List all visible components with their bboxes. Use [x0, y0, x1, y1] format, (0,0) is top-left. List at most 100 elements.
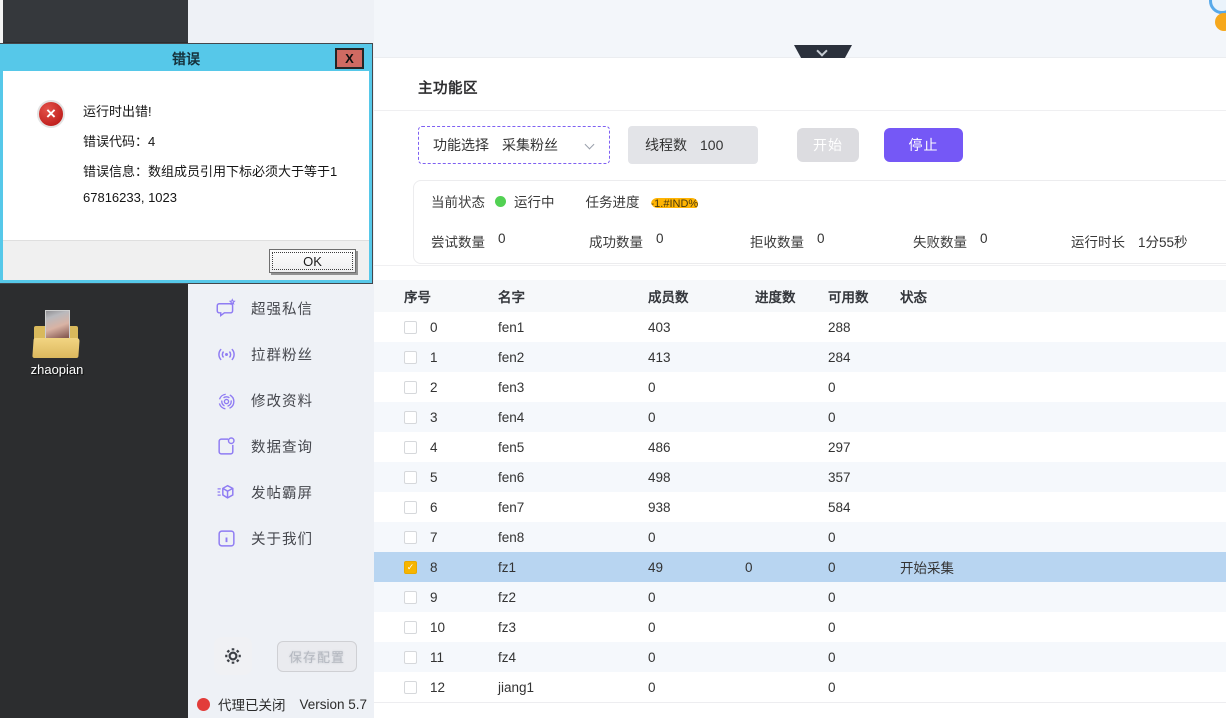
divider: [374, 265, 1226, 266]
sidebar-item-group-fans[interactable]: 拉群粉丝: [188, 331, 374, 377]
table-row[interactable]: ✓8fz14900开始采集: [374, 552, 1226, 582]
table-row[interactable]: 0fen1403 288: [374, 312, 1226, 342]
status-panel: 当前状态 运行中 任务进度 -1.#IND% 尝试数量0 成功数量0 拒收数量0…: [413, 180, 1226, 264]
cell-available: 288: [828, 320, 900, 335]
cell-members: 486: [648, 440, 745, 455]
cell-members: 49: [648, 560, 745, 575]
table-row[interactable]: 2fen300: [374, 372, 1226, 402]
stats-row: 尝试数量0 成功数量0 拒收数量0 失败数量0 运行时长1分55秒: [431, 231, 1188, 251]
cell-members: 0: [648, 650, 745, 665]
table-row[interactable]: 10fz300: [374, 612, 1226, 642]
table-row[interactable]: 12jiang100: [374, 672, 1226, 702]
sidebar-item-about-us[interactable]: 关于我们: [188, 515, 374, 561]
sidebar-item-private-message[interactable]: 超强私信: [188, 285, 374, 331]
dialog-footer: OK: [3, 240, 369, 280]
sidebar-item-edit-profile[interactable]: 修改资料: [188, 377, 374, 423]
row-checkbox[interactable]: [404, 411, 417, 424]
cell-members: 0: [648, 410, 745, 425]
row-checkbox[interactable]: [404, 471, 417, 484]
cell-available: 0: [828, 650, 900, 665]
sidebar-item-label: 关于我们: [251, 528, 313, 549]
desktop-folder-zhaopian[interactable]: zhaopian: [26, 308, 88, 377]
cell-name: fen2: [498, 350, 648, 365]
row-checkbox[interactable]: [404, 651, 417, 664]
table-row[interactable]: 1fen2413284: [374, 342, 1226, 372]
desktop-folder-label: zhaopian: [26, 362, 88, 377]
cell-name: fen6: [498, 470, 648, 485]
cell-members: 0: [648, 620, 745, 635]
table-row[interactable]: 7fen800: [374, 522, 1226, 552]
ok-button[interactable]: OK: [269, 249, 356, 273]
function-select-dropdown[interactable]: 功能选择 采集粉丝: [418, 126, 610, 164]
stat-value: 0: [980, 231, 988, 251]
proxy-status-bar: 代理已关闭 Version 5.7: [197, 694, 367, 714]
cell-index: 4: [430, 440, 498, 455]
row-checkbox[interactable]: [404, 351, 417, 364]
cell-available: 0: [828, 680, 900, 695]
cell-available: 0: [828, 380, 900, 395]
settings-button[interactable]: [214, 637, 252, 675]
row-checkbox[interactable]: [404, 621, 417, 634]
cell-members: 0: [648, 590, 745, 605]
chevron-down-icon: [585, 140, 595, 150]
save-config-button[interactable]: 保存配置: [277, 641, 357, 672]
table-row[interactable]: 9fz200: [374, 582, 1226, 612]
cell-index: 2: [430, 380, 498, 395]
cell-members: 403: [648, 320, 745, 335]
progress-fill: -1.#IND%: [651, 198, 699, 208]
version-text: Version 5.7: [300, 697, 368, 712]
cell-members: 413: [648, 350, 745, 365]
cell-available: 0: [828, 410, 900, 425]
row-checkbox[interactable]: [404, 441, 417, 454]
table-row[interactable]: 5fen6498357: [374, 462, 1226, 492]
table-row[interactable]: 6fen7938584: [374, 492, 1226, 522]
thread-count-field[interactable]: 线程数 100: [628, 126, 758, 164]
row-checkbox[interactable]: [404, 681, 417, 694]
cell-index: 5: [430, 470, 498, 485]
current-state-value: 运行中: [514, 191, 555, 211]
row-checkbox[interactable]: [404, 381, 417, 394]
sidebar-item-label: 数据查询: [251, 436, 313, 457]
table-header: 序号 名字 成员数 进度数 可用数 状态: [374, 280, 1226, 312]
groups-table: 序号 名字 成员数 进度数 可用数 状态 0fen14032881fen2413…: [374, 280, 1226, 703]
cell-name: fen4: [498, 410, 648, 425]
cell-name: fz3: [498, 620, 648, 635]
sidebar-item-data-query[interactable]: 数据查询: [188, 423, 374, 469]
table-row[interactable]: 11fz400: [374, 642, 1226, 672]
stop-button[interactable]: 停止: [884, 128, 963, 162]
dialog-close-button[interactable]: X: [335, 48, 364, 69]
cell-available: 584: [828, 500, 900, 515]
cell-name: fen1: [498, 320, 648, 335]
start-button[interactable]: 开始: [797, 128, 859, 162]
row-checkbox[interactable]: [404, 321, 417, 334]
page-title: 主功能区: [418, 77, 478, 98]
row-checkbox[interactable]: [404, 501, 417, 514]
error-dialog: 错误 X × 运行时出错! 错误代码：4 错误信息：数组成员引用下标必须大于等于…: [0, 44, 372, 283]
table-row[interactable]: 3fen400: [374, 402, 1226, 432]
cell-index: 0: [430, 320, 498, 335]
cell-available: 0: [828, 530, 900, 545]
chat-star-icon: [215, 297, 237, 319]
row-checkbox[interactable]: ✓: [404, 561, 417, 574]
row-checkbox[interactable]: [404, 591, 417, 604]
cell-available: 0: [828, 590, 900, 605]
cell-members: 498: [648, 470, 745, 485]
cell-name: fz1: [498, 560, 648, 575]
sidebar-menu: 超强私信 拉群粉丝 修改资料 数据查询: [188, 285, 374, 561]
cell-index: 10: [430, 620, 498, 635]
cube-icon: [215, 481, 237, 503]
cell-name: fz2: [498, 590, 648, 605]
col-members: 成员数: [648, 286, 745, 306]
table-row[interactable]: 4fen5486297: [374, 432, 1226, 462]
cell-index: 1: [430, 350, 498, 365]
current-state-label: 当前状态: [431, 191, 485, 211]
gear-icon: [223, 646, 243, 666]
dialog-body: × 运行时出错! 错误代码：4 错误信息：数组成员引用下标必须大于等于1 678…: [3, 71, 369, 240]
sidebar-item-label: 超强私信: [251, 298, 313, 319]
error-icon: ×: [37, 100, 65, 128]
row-checkbox[interactable]: [404, 531, 417, 544]
cell-name: fen5: [498, 440, 648, 455]
cell-index: 9: [430, 590, 498, 605]
sidebar-item-post-flood[interactable]: 发帖霸屏: [188, 469, 374, 515]
sidebar-footer: 保存配置: [188, 637, 374, 677]
